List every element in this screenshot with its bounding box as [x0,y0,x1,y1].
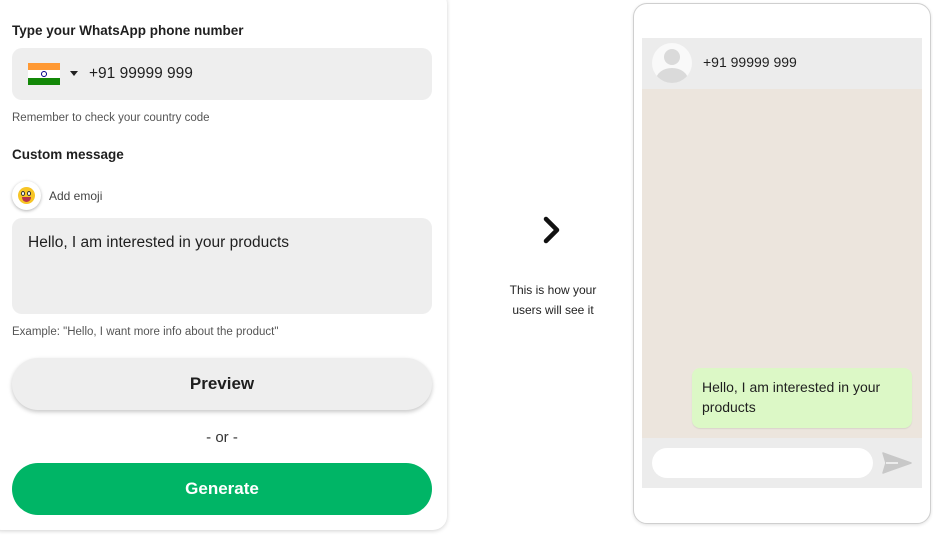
composer-input [652,448,873,478]
chat-composer [642,438,922,488]
phone-label: Type your WhatsApp phone number [12,23,244,38]
chat-header: +91 99999 999 [642,38,922,89]
phone-hint: Remember to check your country code [12,112,210,124]
generate-button[interactable]: Generate [12,463,432,515]
emoji-button[interactable] [12,181,41,210]
message-example: Example: "Hello, I want more info about … [12,326,279,338]
message-bubble: Hello, I am interested in your products [692,368,912,428]
caption-line-2: users will see it [512,303,594,317]
or-divider: - or - [206,429,238,446]
chevron-right-icon [543,216,560,244]
preview-button[interactable]: Preview [12,358,432,410]
caret-down-icon[interactable] [70,71,78,76]
emoji-face-icon [18,187,35,204]
send-icon [882,452,912,474]
india-flag-icon[interactable] [28,63,60,85]
default-avatar-icon [652,43,692,83]
chat-area: Hello, I am interested in your products [642,89,922,438]
phone-field-container [12,48,432,100]
preview-caption: This is how your users will see it [498,280,608,320]
message-textarea[interactable] [12,218,432,314]
caption-line-1: This is how your [509,283,597,297]
contact-name: +91 99999 999 [703,54,797,70]
message-label: Custom message [12,147,124,162]
add-emoji-label[interactable]: Add emoji [49,189,102,203]
phone-input[interactable] [89,62,409,86]
